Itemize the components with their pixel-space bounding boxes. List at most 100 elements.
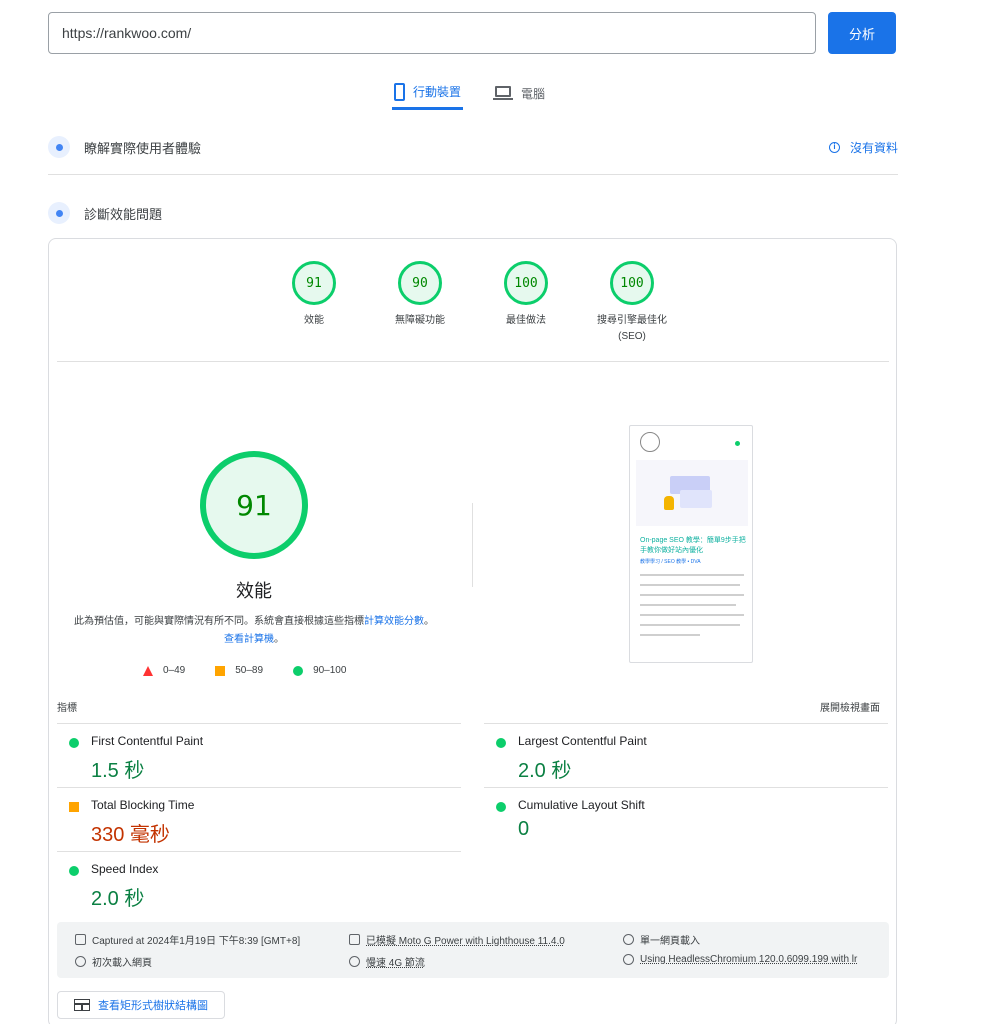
runtime-info: Captured at 2024年1月19日 下午8:39 [GMT+8] 已模… [57,922,889,978]
average-icon [69,802,79,812]
text-line [640,594,744,596]
category-seo[interactable]: 100 搜尋引擎最佳化 (SEO) [587,261,677,345]
menu-dot-icon [735,441,740,446]
metric-value: 1.5 秒 [91,760,145,782]
article-title: On-page SEO 教學：簡單9步手把手教你做好站內優化 [640,537,746,554]
emulation-info[interactable]: 已模擬 Moto G Power with Lighthouse 11.4.0 [349,932,565,947]
final-screenshot: On-page SEO 教學：簡單9步手把手教你做好站內優化 教學學习 / SE… [629,425,753,663]
metric-fcp: First Contentful Paint 1.5 秒 [57,723,461,787]
pass-icon [496,802,506,812]
legend-fail: 0–49 [143,665,185,676]
text-line [640,604,736,606]
score-gauge: 90 [398,261,442,305]
single-load-info: 單一網頁載入 [623,932,700,947]
tab-desktop[interactable]: 電腦 [491,76,547,110]
devices-icon [349,934,360,945]
category-label: 效能 [304,315,324,326]
category-best-practices[interactable]: 100 最佳做法 [481,261,571,329]
crux-section: 瞭解實際使用者體驗 i 沒有資料 [48,136,898,158]
text-line [640,624,740,626]
disclaimer-separator: 。 [424,616,434,627]
initial-load-text: 初次載入網頁 [92,958,152,969]
pass-icon [69,866,79,876]
metrics-header: 指標 [57,703,77,714]
analyze-button[interactable]: 分析 [828,12,896,54]
hero-illustration-person [664,496,674,510]
category-label: 最佳做法 [506,315,546,326]
article-meta: 教學學习 / SEO 教學 • DVA [640,559,701,565]
throttling-info[interactable]: 慢速 4G 節流 [349,954,425,969]
category-label-line2: (SEO) [618,331,646,342]
tab-mobile[interactable]: 行動裝置 [392,76,464,110]
metric-si: Speed Index 2.0 秒 [57,851,461,915]
diagnose-section: 診斷效能問題 [48,202,898,224]
captured-info: Captured at 2024年1月19日 下午8:39 [GMT+8] [75,932,300,947]
treemap-label: 查看矩形式樹狀結構圖 [98,1000,208,1012]
card-divider [57,361,889,362]
users-icon [48,136,70,158]
no-data-indicator[interactable]: i 沒有資料 [828,139,898,156]
category-performance[interactable]: 91 效能 [269,261,359,329]
diagnose-title: 診斷效能問題 [84,206,163,222]
metric-tbt: Total Blocking Time 330 毫秒 [57,787,461,851]
text-line [640,614,744,616]
text-line [640,584,740,586]
smartphone-icon [394,82,405,101]
performance-label: 效能 [236,581,272,601]
calendar-icon [75,934,86,945]
emulation-text: 已模擬 Moto G Power with Lighthouse 11.4.0 [366,936,565,947]
circle-icon [293,665,304,676]
metric-lcp: Largest Contentful Paint 2.0 秒 [484,723,888,787]
metric-name: First Contentful Paint [91,734,204,748]
captured-text: Captured at 2024年1月19日 下午8:39 [GMT+8] [92,936,301,947]
diagnose-icon [48,202,70,224]
device-tabs: 行動裝置 電腦 [392,76,547,116]
category-accessibility[interactable]: 90 無障礙功能 [375,261,465,329]
url-input[interactable] [48,12,816,54]
browser-text: Using HeadlessChromium 120.0.6099.199 wi… [640,954,858,965]
nodes-icon [623,934,634,945]
legend-average-label: 50–89 [235,665,264,676]
site-logo-icon [640,432,660,452]
text-line [640,574,744,576]
info-icon: i [828,141,840,153]
performance-gauge: 91 [200,451,308,559]
hero-illustration-card [680,490,712,508]
metric-cls: Cumulative Layout Shift 0 [484,787,888,851]
disclaimer-end: 。 [274,634,284,645]
score-calc-link[interactable]: 計算效能分數 [364,616,424,627]
legend-average: 50–89 [215,665,263,676]
square-icon [215,665,226,676]
no-data-label: 沒有資料 [849,140,898,155]
chrome-icon [623,954,634,965]
metric-name: Total Blocking Time [91,798,195,812]
vertical-divider [472,503,473,587]
pass-icon [69,738,79,748]
metric-value: 2.0 秒 [91,888,145,910]
wifi-icon [349,956,360,967]
metric-name: Cumulative Layout Shift [518,798,645,812]
report-card: 91 效能 90 無障礙功能 100 最佳做法 100 搜尋引擎最佳化 (SEO… [48,238,897,1024]
calculator-link[interactable]: 查看計算機 [224,634,274,645]
metric-value: 2.0 秒 [518,760,572,782]
pass-icon [496,738,506,748]
metric-name: Speed Index [91,862,159,876]
category-label-line1: 搜尋引擎最佳化 [597,315,667,326]
legend-fail-label: 0–49 [163,665,186,676]
crux-title: 瞭解實際使用者體驗 [84,140,202,156]
legend-pass-label: 90–100 [313,665,347,676]
expand-view-toggle[interactable]: 展開檢視畫面 [820,699,880,714]
score-gauge: 100 [610,261,654,305]
metric-value: 0 [518,818,530,840]
performance-disclaimer: 此為預估值，可能與實際情況有所不同。系統會直接根據這些指標計算效能分數。查看計算… [73,613,435,649]
score-gauge: 91 [292,261,336,305]
section-divider [48,174,898,175]
view-treemap-button[interactable]: 查看矩形式樹狀結構圖 [57,991,225,1019]
metric-name: Largest Contentful Paint [518,734,647,748]
throttling-text: 慢速 4G 節流 [366,958,425,969]
single-load-text: 單一網頁載入 [640,936,700,947]
disclaimer-text: 此為預估值，可能與實際情況有所不同。系統會直接根據這些指標 [74,616,364,627]
laptop-icon [493,86,514,100]
score-gauge: 100 [504,261,548,305]
browser-info[interactable]: Using HeadlessChromium 120.0.6099.199 wi… [623,954,857,965]
